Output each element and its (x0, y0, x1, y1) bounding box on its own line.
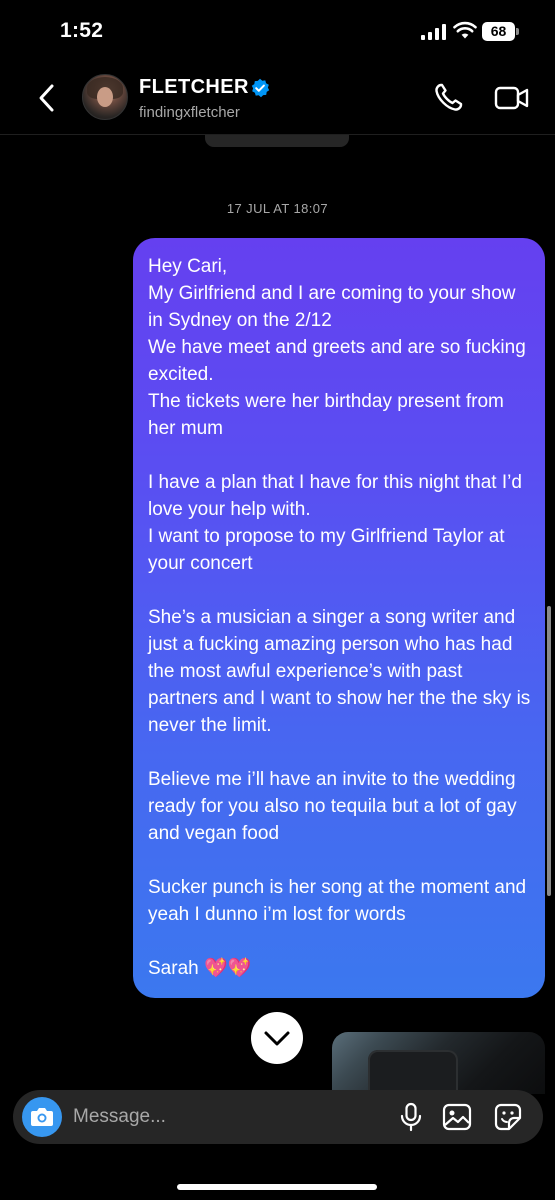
wifi-icon (453, 21, 477, 39)
camera-icon (31, 1108, 53, 1126)
verified-badge-icon (251, 78, 270, 98)
avatar[interactable] (82, 74, 128, 120)
phone-icon[interactable] (432, 82, 464, 114)
battery-tip (516, 28, 519, 35)
scroll-to-bottom-button[interactable] (251, 1012, 303, 1064)
microphone-icon[interactable] (396, 1102, 426, 1132)
contact-handle: findingxfletcher (139, 104, 240, 121)
scrollbar[interactable] (547, 606, 551, 896)
message-paragraph: Believe me i’ll have an invite to the we… (148, 769, 517, 844)
sticker-icon[interactable] (492, 1102, 524, 1132)
battery-icon: 68 (482, 22, 515, 41)
message-input[interactable] (73, 1097, 373, 1137)
message-composer (13, 1090, 543, 1144)
video-camera-icon[interactable] (494, 82, 530, 114)
home-indicator (177, 1184, 377, 1190)
gallery-icon[interactable] (441, 1102, 473, 1132)
back-chevron-icon[interactable] (32, 80, 62, 116)
chat-header: FLETCHER findingxfletcher (0, 62, 555, 135)
signal-icon (421, 24, 447, 40)
message-signature: Sarah 💖💖 (148, 958, 252, 979)
chevron-down-icon (264, 1031, 290, 1046)
camera-button[interactable] (22, 1097, 62, 1137)
media-message-thumbnail[interactable] (332, 1032, 545, 1094)
message-bubble[interactable]: Hey Cari, My Girlfriend and I are coming… (133, 238, 545, 998)
message-paragraph: I have a plan that I have for this night… (148, 472, 522, 574)
status-bar: 1:52 68 (0, 0, 555, 62)
media-object (368, 1050, 458, 1094)
status-time: 1:52 (60, 19, 104, 42)
message-timestamp: 17 JUL AT 18:07 (226, 201, 329, 216)
avatar-face (97, 87, 113, 107)
contact-name[interactable]: FLETCHER (139, 76, 249, 99)
message-paragraph: She’s a musician a singer a song writer … (148, 607, 531, 736)
message-paragraph: Sucker punch is her song at the moment a… (148, 877, 527, 925)
message-paragraph: Hey Cari, My Girlfriend and I are coming… (148, 256, 526, 439)
